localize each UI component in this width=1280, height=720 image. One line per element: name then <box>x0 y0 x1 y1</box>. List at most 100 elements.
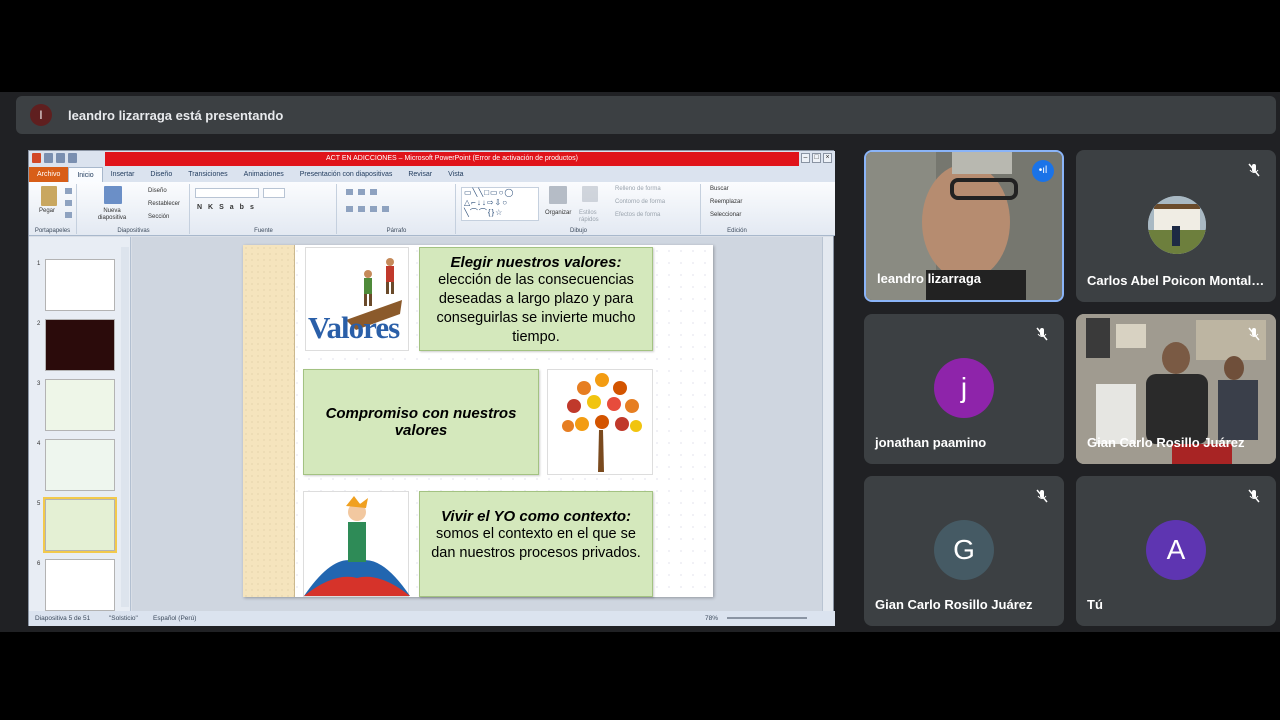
slide-thumbnail[interactable] <box>45 379 115 431</box>
tab-animaciones[interactable]: Animaciones <box>236 167 292 182</box>
presenter-avatar: l <box>30 104 52 126</box>
paste-icon[interactable] <box>41 186 57 206</box>
minimize-icon[interactable]: – <box>801 153 810 163</box>
tab-inicio[interactable]: Inicio <box>68 167 103 182</box>
thumbnails-scrollbar[interactable] <box>121 247 129 607</box>
shape-fill-button[interactable]: Relleno de forma <box>615 186 661 192</box>
ppt-window-title: ACT EN ADICCIONES – Microsoft PowerPoint… <box>105 152 799 166</box>
slide-thumbnail[interactable] <box>45 559 115 611</box>
indent-icon[interactable] <box>370 189 377 195</box>
thumb-number: 3 <box>37 381 41 387</box>
slide-thumbnail[interactable] <box>45 439 115 491</box>
align-left-icon[interactable] <box>346 206 353 212</box>
tab-revisar[interactable]: Revisar <box>400 167 440 182</box>
participant-photo <box>1148 196 1206 254</box>
shapes-gallery[interactable]: ▭╲╲□▭○◯ △⌐↓↓⇨⇩○ ╲⌒⌒{}☆ <box>461 187 539 221</box>
close-icon[interactable]: × <box>823 153 832 163</box>
slide-canvas[interactable]: Valores Elegir nuestros valores: elecció… <box>132 237 822 611</box>
meet-call: l leandro lizarraga está presentando ACT… <box>0 92 1280 632</box>
zoom-level[interactable]: 78% <box>705 615 718 622</box>
new-slide-icon[interactable] <box>104 186 122 204</box>
card3-body: somos el contexto en el que se dan nuest… <box>431 526 641 561</box>
thumb-number: 5 <box>37 501 41 507</box>
participant-name: jonathan paamino <box>875 435 987 450</box>
align-right-icon[interactable] <box>370 206 377 212</box>
copy-icon[interactable] <box>65 200 72 206</box>
find-button[interactable]: Buscar <box>710 186 729 192</box>
tab-archivo[interactable]: Archivo <box>29 167 69 182</box>
cut-icon[interactable] <box>65 188 72 194</box>
arrange-button[interactable]: Organizar <box>545 210 571 216</box>
shape-outline-button[interactable]: Contorno de forma <box>615 199 665 205</box>
tab-diseno[interactable]: Diseño <box>142 167 180 182</box>
font-name-select[interactable] <box>195 188 259 198</box>
slide-counter: Diapositiva 5 de 51 <box>35 615 91 622</box>
slide-thumbnail-selected[interactable] <box>43 497 117 553</box>
participant-tile[interactable]: Gian Carlo Rosillo Juárez <box>1076 314 1276 464</box>
zoom-slider[interactable] <box>727 617 807 619</box>
participant-avatar: A <box>1146 520 1206 580</box>
group-label: Portapapeles <box>34 228 71 234</box>
justify-icon[interactable] <box>382 206 389 212</box>
thumb-number: 2 <box>37 321 41 327</box>
quick-styles-icon[interactable] <box>582 186 598 202</box>
ribbon: Pegar Portapapeles Nueva diapositiva Dis… <box>29 182 835 236</box>
quick-styles-button[interactable]: Estilos rápidos <box>579 210 605 224</box>
layout-button[interactable]: Diseño <box>148 188 167 194</box>
tab-insertar[interactable]: Insertar <box>103 167 143 182</box>
redo-icon[interactable] <box>68 153 77 163</box>
participant-tile-speaking[interactable]: •ıl leandro lizarraga <box>864 150 1064 302</box>
arrange-icon[interactable] <box>549 186 567 204</box>
mic-off-icon <box>1036 489 1048 503</box>
reset-button[interactable]: Restablecer <box>148 201 180 207</box>
font-size-select[interactable] <box>263 188 285 198</box>
font-format-buttons[interactable]: NKSabs <box>197 204 260 211</box>
speaking-indicator: •ıl <box>1032 160 1054 182</box>
little-prince-illustration <box>304 496 410 596</box>
participant-tile[interactable]: j jonathan paamino <box>864 314 1064 464</box>
participant-name: Tú <box>1087 597 1103 612</box>
shared-powerpoint-window[interactable]: ACT EN ADICCIONES – Microsoft PowerPoint… <box>28 150 835 626</box>
slide-thumbnail[interactable] <box>45 259 115 311</box>
slide-thumbnail[interactable] <box>45 319 115 371</box>
participant-tile-self[interactable]: A Tú <box>1076 476 1276 626</box>
card-compromiso: Compromiso con nuestros valores <box>303 369 539 475</box>
thumb-number: 6 <box>37 561 41 567</box>
little-prince-image <box>303 491 410 597</box>
group-parrafo: Párrafo <box>338 184 456 234</box>
mic-off-icon <box>1248 489 1260 503</box>
mic-off-icon <box>1248 327 1260 341</box>
save-icon[interactable] <box>44 153 53 163</box>
participant-name: Gian Carlo Rosillo Juárez <box>875 597 1033 612</box>
participant-tile[interactable]: G Gian Carlo Rosillo Juárez <box>864 476 1064 626</box>
group-label: Dibujo <box>569 228 587 234</box>
bullets-icon[interactable] <box>346 189 353 195</box>
card-elegir-valores: Elegir nuestros valores: elección de las… <box>419 247 653 351</box>
new-slide-button[interactable]: Nueva diapositiva <box>92 208 132 222</box>
slide-vertical-scrollbar[interactable] <box>822 237 833 611</box>
paste-button[interactable]: Pegar <box>39 208 55 214</box>
maximize-icon[interactable]: □ <box>812 153 821 163</box>
tab-presentacion[interactable]: Presentación con diapositivas <box>292 167 401 182</box>
slide-thumbnails-pane[interactable]: 1 2 3 4 5 6 <box>29 237 131 611</box>
select-button[interactable]: Seleccionar <box>710 212 741 218</box>
group-label: Fuente <box>254 228 273 234</box>
tab-vista[interactable]: Vista <box>440 167 471 182</box>
ribbon-tabs: Archivo Inicio Insertar Diseño Transicio… <box>29 167 835 182</box>
group-fuente: NKSabs Fuente <box>191 184 337 234</box>
participant-name: Gian Carlo Rosillo Juárez <box>1087 435 1245 450</box>
undo-icon[interactable] <box>56 153 65 163</box>
current-slide[interactable]: Valores Elegir nuestros valores: elecció… <box>243 245 713 597</box>
screen: l leandro lizarraga está presentando ACT… <box>0 0 1280 720</box>
tab-transiciones[interactable]: Transiciones <box>180 167 235 182</box>
valores-image: Valores <box>305 247 409 351</box>
participant-tile[interactable]: Carlos Abel Poicon Montal… <box>1076 150 1276 302</box>
format-painter-icon[interactable] <box>65 212 72 218</box>
align-center-icon[interactable] <box>358 206 365 212</box>
section-button[interactable]: Sección <box>148 214 169 220</box>
shape-effects-button[interactable]: Efectos de forma <box>615 212 660 218</box>
language-indicator[interactable]: Español (Perú) <box>153 615 196 622</box>
replace-button[interactable]: Reemplazar <box>710 199 742 205</box>
group-label: Diapositivas <box>117 228 150 234</box>
numbering-icon[interactable] <box>358 189 365 195</box>
